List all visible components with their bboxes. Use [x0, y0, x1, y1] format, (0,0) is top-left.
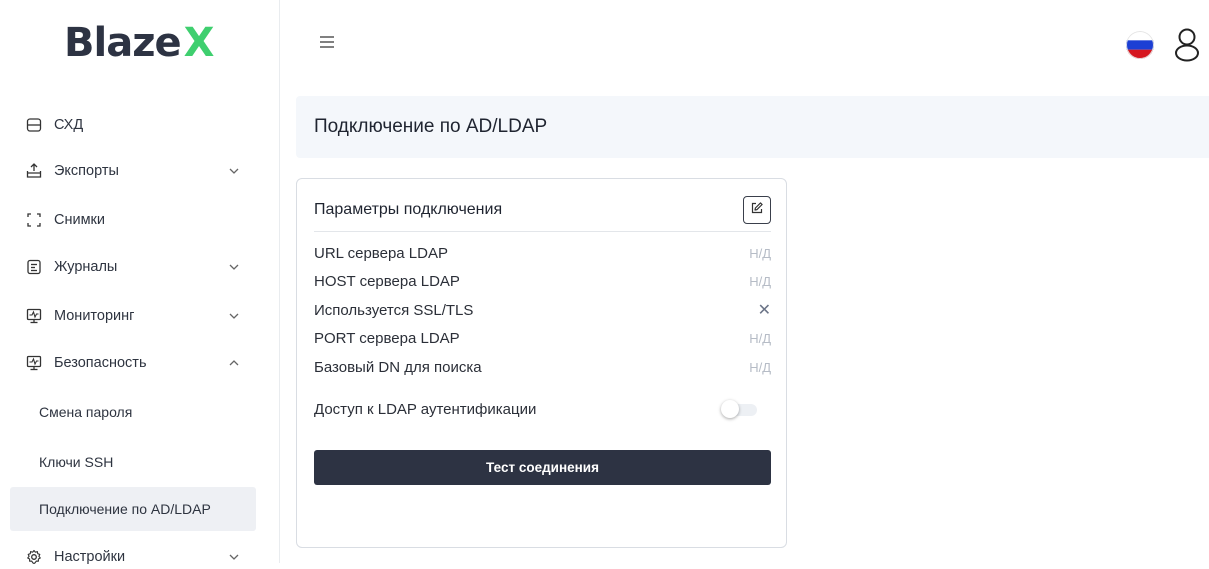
param-label: URL сервера LDAP — [314, 244, 448, 262]
sidebar-subitem-label: Подключение по AD/LDAP — [39, 501, 211, 517]
sidebar-item-label: Экспорты — [54, 163, 119, 179]
ldap-auth-toggle[interactable] — [721, 400, 759, 418]
param-value: Н/Д — [749, 359, 771, 375]
toggle-knob — [721, 400, 739, 418]
sidebar-item-settings[interactable]: Настройки — [26, 545, 246, 569]
sidebar-item-snapshots[interactable]: Снимки — [26, 208, 246, 232]
logo[interactable]: BlazeX — [64, 17, 215, 69]
sidebar-item-storage[interactable]: СХД — [26, 113, 246, 137]
snapshot-icon — [26, 212, 42, 228]
divider — [314, 231, 771, 232]
journal-icon — [26, 259, 42, 275]
sidebar-item-journals[interactable]: Журналы — [26, 255, 246, 279]
sidebar-item-monitoring[interactable]: Мониторинг — [26, 304, 246, 328]
param-row-base-dn: Базовый DN для поиска Н/Д — [314, 357, 771, 377]
param-value: Н/Д — [749, 273, 771, 289]
page-header: Подключение по AD/LDAP — [296, 96, 1209, 158]
connection-params-card: Параметры подключения URL сервера LDAP Н… — [296, 178, 787, 548]
test-connection-button[interactable]: Тест соединения — [314, 450, 771, 485]
chevron-down-icon — [228, 310, 240, 322]
sidebar-item-exports[interactable]: Экспорты — [26, 159, 246, 183]
chevron-up-icon — [228, 357, 240, 369]
edit-button[interactable] — [743, 196, 771, 224]
sidebar-subitem-ad-ldap[interactable]: Подключение по AD/LDAP — [10, 487, 256, 531]
card-title: Параметры подключения — [314, 201, 503, 218]
param-row-ssl-tls: Используется SSL/TLS ✕ — [314, 300, 771, 320]
param-label: PORT сервера LDAP — [314, 329, 460, 347]
close-icon: ✕ — [757, 302, 771, 319]
param-row-ldap-url: URL сервера LDAP Н/Д — [314, 243, 771, 263]
chevron-down-icon — [228, 551, 240, 563]
chevron-down-icon — [228, 165, 240, 177]
sidebar: BlazeX СХД Экспорты Снимки Журналы Монит… — [0, 0, 280, 565]
monitor-icon — [26, 308, 42, 324]
param-value: Н/Д — [749, 330, 771, 346]
sidebar-item-label: Снимки — [54, 212, 105, 228]
russia-flag-icon[interactable] — [1126, 31, 1154, 59]
monitor-icon — [26, 355, 42, 371]
edit-icon — [750, 201, 764, 220]
sidebar-item-label: Журналы — [54, 259, 118, 275]
sidebar-item-label: СХД — [54, 117, 84, 133]
param-label: Базовый DN для поиска — [314, 358, 482, 376]
sidebar-item-security[interactable]: Безопасность — [26, 351, 246, 375]
sidebar-subitem-ssh-keys[interactable]: Ключи SSH — [10, 440, 256, 484]
page-title: Подключение по AD/LDAP — [314, 116, 548, 137]
user-icon[interactable] — [1172, 27, 1202, 63]
param-value: Н/Д — [749, 245, 771, 261]
export-icon — [26, 163, 42, 179]
hamburger-icon[interactable] — [318, 34, 336, 50]
param-row-ldap-port: PORT сервера LDAP Н/Д — [314, 328, 771, 348]
logo-text: Blaze — [64, 20, 182, 66]
logo-accent: X — [183, 20, 215, 66]
storage-icon — [26, 117, 42, 133]
sidebar-item-label: Безопасность — [54, 355, 147, 371]
ldap-auth-toggle-row: Доступ к LDAP аутентификации — [314, 399, 714, 419]
param-label: HOST сервера LDAP — [314, 272, 460, 290]
sidebar-subitem-change-password[interactable]: Смена пароля — [10, 390, 256, 434]
chevron-down-icon — [228, 261, 240, 273]
sidebar-subitem-label: Смена пароля — [39, 404, 133, 420]
param-row-ldap-host: HOST сервера LDAP Н/Д — [314, 271, 771, 291]
toggle-label: Доступ к LDAP аутентификации — [314, 400, 537, 418]
param-label: Используется SSL/TLS — [314, 301, 474, 319]
sidebar-item-label: Мониторинг — [54, 308, 135, 324]
sidebar-subitem-label: Ключи SSH — [39, 454, 114, 470]
